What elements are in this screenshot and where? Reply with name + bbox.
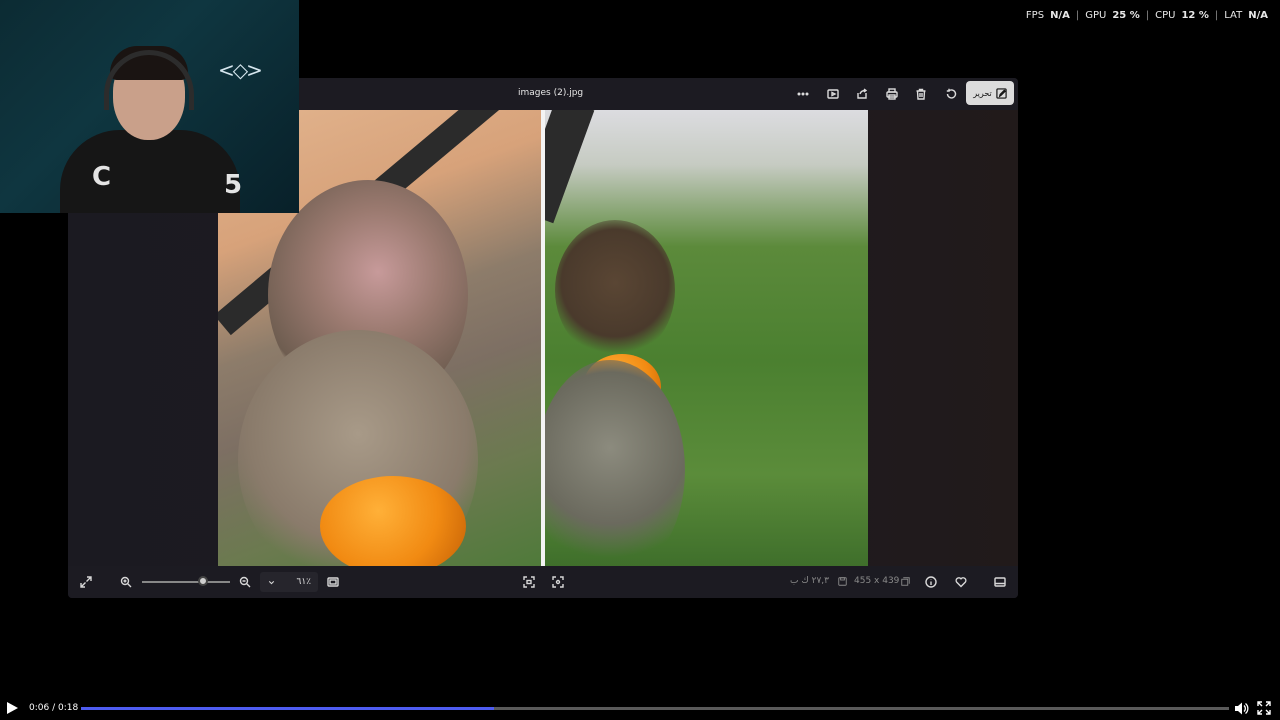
actual-size-icon [523,576,535,588]
info-icon [925,576,937,588]
fps-label: FPS [1025,10,1045,21]
progress-fill [81,707,495,710]
video-player-controls: 0:06 / 0:18 [0,698,1280,720]
webcam-overlay: <◇> C 5 [0,0,299,213]
filmstrip-button[interactable] [990,573,1010,591]
expand-icon [80,576,92,588]
progress-bar[interactable] [81,707,1229,710]
zoom-slider[interactable] [142,581,230,583]
play-icon[interactable] [5,701,19,715]
monkey-right [555,220,675,360]
lat-value: N/A [1248,10,1268,21]
slideshow-button[interactable] [822,84,844,104]
crop-icon [552,576,564,588]
gpu-value: 25 % [1112,10,1140,21]
expand-button[interactable] [76,573,96,591]
edit-label: تحرير [973,88,992,98]
jersey-letter: C [92,162,112,192]
gpu-label: GPU [1085,10,1107,21]
zoom-level-dropdown[interactable]: ٦١٪ [260,572,318,592]
file-size: ٢٧,٣ ك ب [790,576,829,586]
favorite-button[interactable] [951,573,971,591]
more-button[interactable] [792,84,814,104]
file-name: images (2).jpg [518,88,584,98]
chevron-down-icon [268,580,275,584]
share-icon [857,88,868,99]
zoom-out-icon [239,576,251,588]
streamer-logo: <◇> [218,58,263,82]
save-icon [838,577,847,586]
crop-button[interactable] [548,573,568,591]
performance-overlay: FPS N/A | GPU 25 % | CPU 12 % | LAT N/A [1026,10,1268,21]
edit-button[interactable]: تحرير [966,81,1014,105]
zoom-slider-thumb[interactable] [198,576,208,586]
cpu-value: 12 % [1181,10,1209,21]
cpu-label: CPU [1155,10,1176,21]
delete-icon [916,88,926,100]
print-button[interactable] [881,84,903,104]
playback-time: 0:06 / 0:18 [29,703,79,713]
zoom-in-button[interactable] [116,573,136,591]
actual-size-button[interactable] [519,573,539,591]
edit-image-icon [996,87,1007,99]
share-button[interactable] [851,84,873,104]
photo-panel-right [541,110,868,566]
rotate-icon [946,88,957,99]
separator: | [1075,10,1080,21]
orange-left [320,476,466,566]
rotate-button[interactable] [940,84,962,104]
glass-reflection [545,360,685,566]
zoom-out-button[interactable] [235,573,255,591]
viewer-bottombar: ٦١٪ ٢٧,٣ ك ب 455 x 439 [68,566,1018,598]
filmstrip-icon [994,577,1006,587]
volume-icon[interactable] [1234,701,1249,716]
slideshow-icon [827,89,839,99]
displayed-photo [218,110,868,566]
fps-value: N/A [1050,10,1070,21]
zoom-value: ٦١٪ [296,577,311,587]
separator: | [1214,10,1219,21]
fit-button[interactable] [323,573,343,591]
car-window-frame [545,110,595,224]
info-button[interactable] [921,573,941,591]
zoom-in-icon [120,576,132,588]
print-icon [886,88,898,100]
heart-icon [955,577,967,588]
more-icon [797,92,809,96]
streamer-jersey [60,130,240,213]
lat-label: LAT [1224,10,1243,21]
image-dimensions: 455 x 439 [854,576,900,586]
dimensions-icon [901,577,910,586]
delete-button[interactable] [910,84,932,104]
jersey-letter: 5 [224,170,243,200]
separator: | [1145,10,1150,21]
fit-icon [327,577,339,587]
fullscreen-icon[interactable] [1257,701,1271,715]
